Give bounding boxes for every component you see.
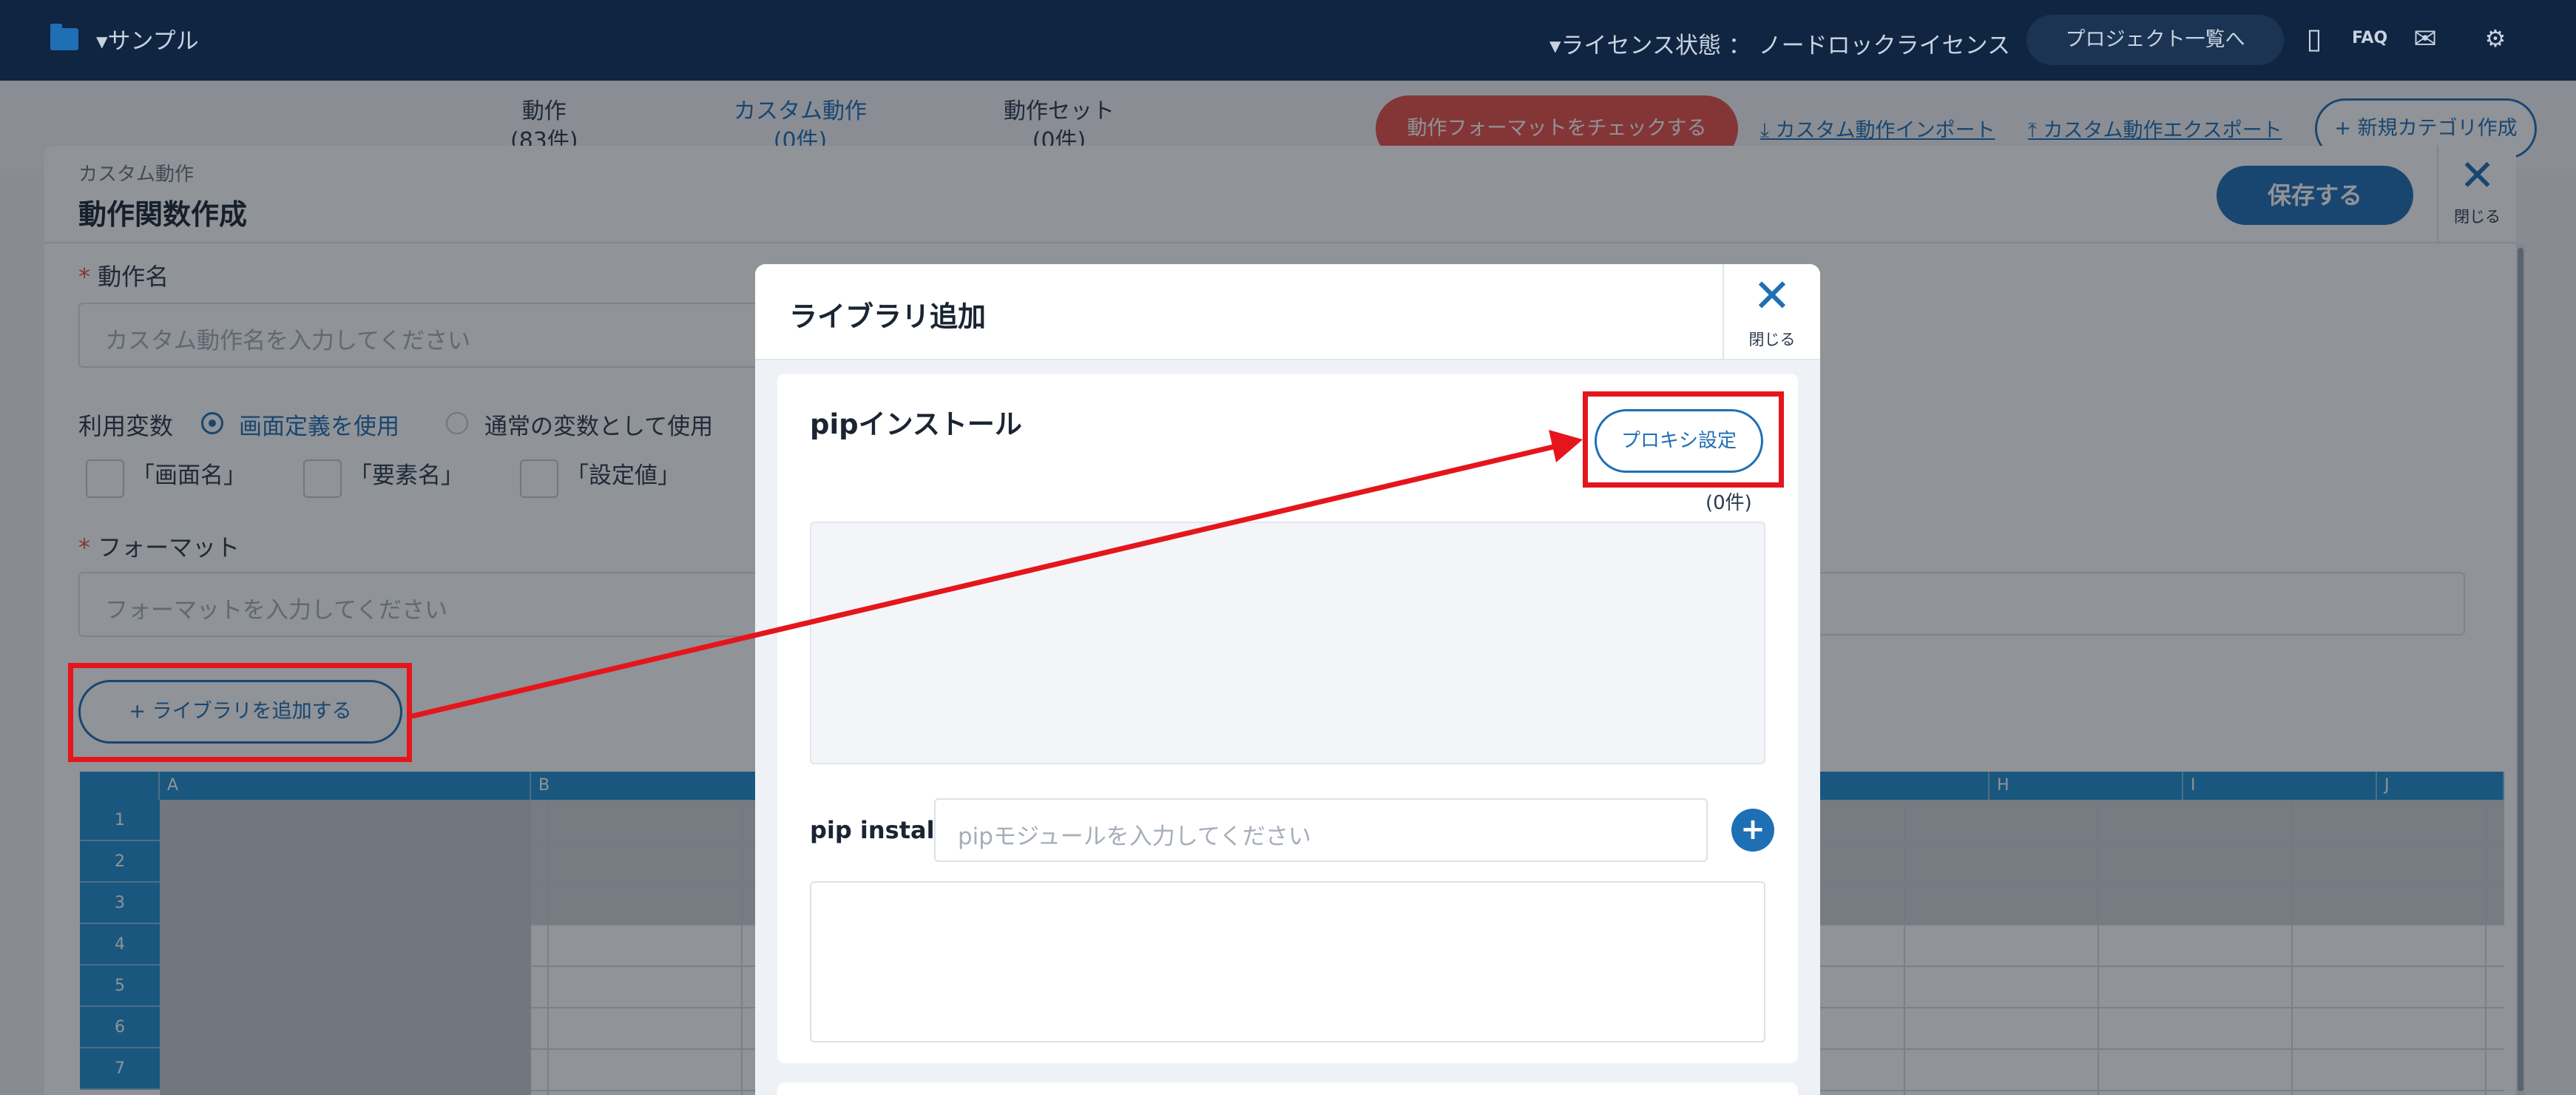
annotation-arrow-line <box>411 444 1554 719</box>
annotation-arrow <box>411 430 1583 719</box>
annotation-arrow-head <box>1549 430 1583 462</box>
